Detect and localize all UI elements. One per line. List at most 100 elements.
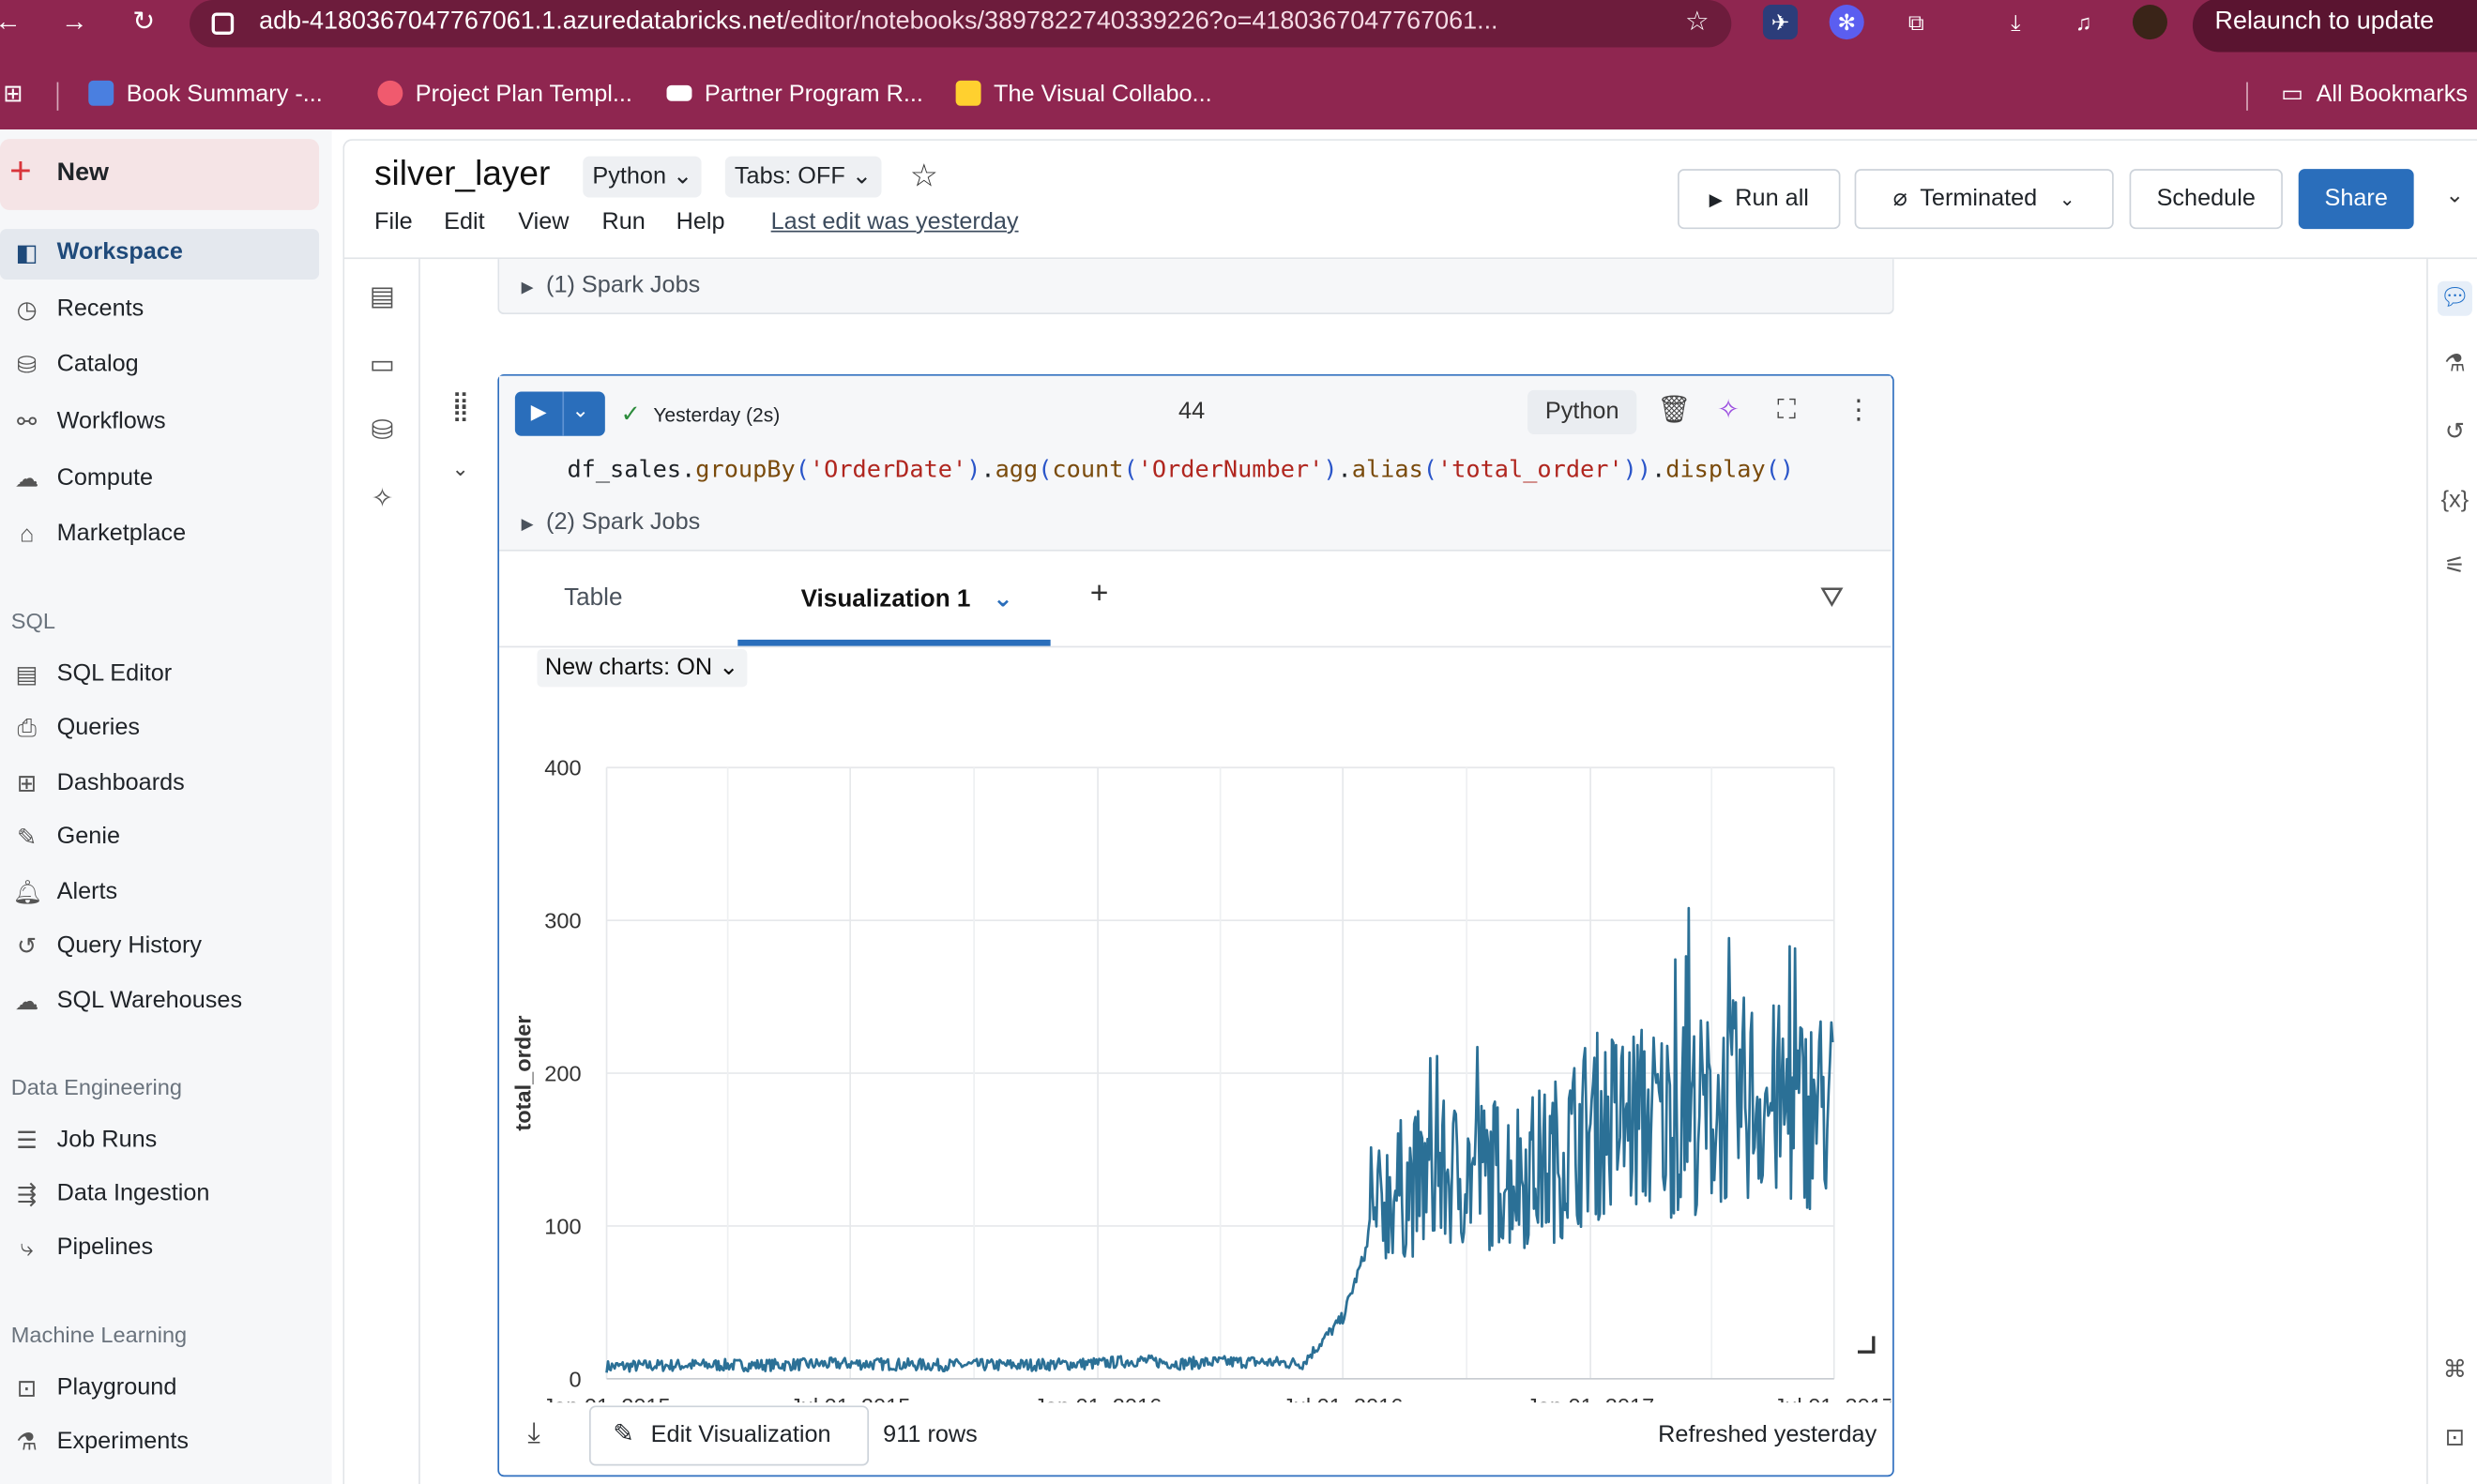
sidebar-item-genie[interactable]: ✎ Genie bbox=[0, 813, 319, 864]
more-vertical-icon[interactable]: ⋮ bbox=[1846, 395, 1873, 427]
bookmark-item[interactable]: Partner Program R... bbox=[666, 79, 923, 114]
menu-edit[interactable]: Edit bbox=[444, 208, 485, 235]
bookmark-item[interactable]: Project Plan Templ... bbox=[377, 79, 632, 114]
download-icon[interactable]: ⤓ bbox=[527, 1416, 539, 1449]
run-cell-button[interactable]: ▶ ⌄ bbox=[514, 391, 605, 436]
sidebar-item-job-runs[interactable]: ☰ Job Runs bbox=[0, 1116, 319, 1167]
favorite-star-icon[interactable]: ☆ bbox=[910, 157, 938, 196]
relaunch-button[interactable]: Relaunch to update bbox=[2192, 0, 2477, 53]
refreshed-status: Refreshed yesterday bbox=[1658, 1421, 1877, 1448]
sql-editor-icon: ▤ bbox=[15, 661, 38, 689]
experiment-flask-icon[interactable]: ⚗ bbox=[2438, 347, 2472, 382]
edit-visualization-button[interactable]: ✎ Edit Visualization bbox=[589, 1405, 870, 1466]
menu-run[interactable]: Run bbox=[601, 208, 645, 235]
notebook-main: silver_layer Python ⌄ Tabs: OFF ⌄ ☆ File… bbox=[342, 139, 2477, 1484]
avatar[interactable] bbox=[2132, 5, 2167, 40]
new-charts-toggle[interactable]: New charts: ON ⌄ bbox=[537, 648, 747, 688]
terminal-icon[interactable]: ⊡ bbox=[2438, 1421, 2472, 1456]
url-text[interactable]: adb-4180367047767061.1.azuredatabricks.n… bbox=[259, 8, 1497, 36]
chevron-down-icon[interactable]: ⌄ bbox=[2445, 182, 2464, 209]
sidebar-item-query-history[interactable]: ↺ Query History bbox=[0, 922, 319, 973]
sidebar-item-compute[interactable]: ☁ Compute bbox=[0, 455, 319, 506]
sidebar-item-dashboards[interactable]: ⊞ Dashboards bbox=[0, 760, 319, 810]
notebook-title[interactable]: silver_layer bbox=[374, 153, 550, 194]
sidebar-item-alerts[interactable]: 🔔︎ Alerts bbox=[0, 869, 319, 919]
previous-cell-output: ▶ (1) Spark Jobs bbox=[497, 259, 1894, 315]
sidebar-item-data-ingestion[interactable]: ⇶ Data Ingestion bbox=[0, 1171, 319, 1221]
menu-help[interactable]: Help bbox=[676, 208, 725, 235]
sidebar-item-marketplace[interactable]: ⌂ Marketplace bbox=[0, 510, 319, 561]
chevron-down-icon: ⌄ bbox=[2059, 188, 2075, 210]
spark-jobs-toggle[interactable]: ▶ (1) Spark Jobs bbox=[522, 272, 701, 299]
row-count: 911 rows bbox=[883, 1421, 978, 1448]
catalog-icon[interactable]: ⛁ bbox=[367, 416, 399, 447]
code-editor[interactable]: df_sales.groupBy('OrderDate').agg(count(… bbox=[567, 455, 1794, 483]
y-tick-label: 300 bbox=[544, 909, 581, 933]
comments-icon[interactable]: 💬︎ bbox=[2437, 280, 2472, 316]
menu-file[interactable]: File bbox=[374, 208, 413, 235]
filter-icon[interactable]: ⛛ bbox=[1820, 582, 1844, 614]
sidebar-item-workspace[interactable]: ◧ Workspace bbox=[0, 229, 320, 280]
variables-icon[interactable]: {x} bbox=[2438, 483, 2472, 518]
drag-handle-icon[interactable]: ⠿ ⠿ bbox=[452, 392, 471, 429]
line-chart: 0100200300400Jan 01, 2015Jul 01, 2015Jan… bbox=[511, 756, 1892, 1402]
tabs-setting-select[interactable]: Tabs: OFF ⌄ bbox=[724, 156, 882, 198]
left-toolbar: ▤ ▭ ⛁ ✧ bbox=[344, 259, 420, 1484]
shortcuts-command-icon[interactable]: ⌘ bbox=[2438, 1354, 2472, 1388]
expand-icon[interactable]: ⛶ bbox=[1777, 395, 1796, 427]
sidebar-item-experiments[interactable]: ⚗ Experiments bbox=[0, 1418, 319, 1469]
doc-icon bbox=[88, 80, 114, 106]
ingestion-icon: ⇶ bbox=[17, 1181, 38, 1209]
bookmark-star-icon[interactable]: ☆ bbox=[1685, 7, 1710, 38]
delete-trash-icon[interactable]: 🗑︎ bbox=[1657, 395, 1691, 427]
chevron-down-icon[interactable]: ⌄ bbox=[452, 457, 469, 482]
last-edit-link[interactable]: Last edit was yesterday bbox=[771, 208, 1019, 235]
cell-run-status: ✓ Yesterday (2s) bbox=[620, 401, 781, 429]
cell-language-badge[interactable]: Python bbox=[1527, 389, 1637, 435]
settings-sliders-icon[interactable]: ⚟ bbox=[2438, 550, 2472, 584]
sidebar-item-queries[interactable]: ⎙ Queries bbox=[0, 704, 319, 755]
add-tab-plus-icon[interactable]: + bbox=[1090, 577, 1109, 613]
experiments-icon: ⚗ bbox=[16, 1429, 38, 1457]
sidebar-item-playground[interactable]: ⊡ Playground bbox=[0, 1365, 319, 1416]
extensions-puzzle-icon[interactable]: ⧉ bbox=[1899, 5, 1934, 39]
sidebar-item-workflows[interactable]: ⚯ Workflows bbox=[0, 398, 319, 448]
new-button[interactable]: + New bbox=[0, 139, 320, 210]
site-settings-icon[interactable] bbox=[211, 12, 235, 36]
forward-icon[interactable]: → bbox=[57, 5, 92, 39]
reload-icon[interactable]: ↻ bbox=[127, 5, 161, 39]
menu-view[interactable]: View bbox=[518, 208, 569, 235]
sidebar-item-recents[interactable]: ◷ Recents bbox=[0, 286, 319, 337]
all-bookmarks[interactable]: ▭ All Bookmarks bbox=[2281, 79, 2468, 114]
bookmark-item[interactable]: The Visual Collabo... bbox=[955, 79, 1212, 114]
spark-jobs-toggle[interactable]: ▶ (2) Spark Jobs bbox=[522, 508, 701, 536]
schedule-button[interactable]: Schedule bbox=[2129, 169, 2283, 230]
bookmark-item[interactable]: Book Summary -... bbox=[88, 79, 323, 114]
sidebar-item-catalog[interactable]: ⛁ Catalog bbox=[0, 341, 319, 392]
download-icon[interactable]: ⤓ bbox=[1998, 5, 2033, 39]
sidebar-item-sql-warehouses[interactable]: ☁ SQL Warehouses bbox=[0, 977, 319, 1028]
assistant-sparkle-icon[interactable]: ✧ bbox=[367, 483, 399, 515]
back-icon[interactable]: ← bbox=[0, 5, 25, 39]
run-all-button[interactable]: ▶ Run all bbox=[1678, 169, 1841, 230]
apps-icon[interactable]: ⊞ bbox=[3, 79, 23, 114]
assistant-sparkle-icon[interactable]: ✧ bbox=[1717, 395, 1740, 427]
folder-icon[interactable]: ▭ bbox=[367, 349, 399, 381]
cluster-select[interactable]: ⌀ Terminated ⌄ bbox=[1854, 169, 2114, 230]
sidebar-item-pipelines[interactable]: ⤷ Pipelines bbox=[0, 1224, 319, 1275]
language-select[interactable]: Python ⌄ bbox=[583, 156, 703, 198]
extension-icon[interactable]: ✈ bbox=[1762, 5, 1799, 40]
sidebar-item-sql-editor[interactable]: ▤ SQL Editor bbox=[0, 651, 319, 702]
history-icon[interactable]: ↺ bbox=[2438, 416, 2472, 450]
toc-icon[interactable]: ▤ bbox=[367, 281, 399, 313]
media-icon[interactable]: ♫ bbox=[2066, 5, 2101, 39]
tab-visualization-1[interactable]: Visualization 1 ⌄ bbox=[801, 584, 1013, 614]
y-tick-label: 0 bbox=[569, 1367, 581, 1391]
extension-icon[interactable]: ✻ bbox=[1829, 5, 1864, 40]
share-button[interactable]: Share bbox=[2298, 169, 2414, 230]
tab-table[interactable]: Table bbox=[564, 584, 622, 613]
bell-icon: 🔔︎ bbox=[12, 879, 43, 907]
cell-footer: ⤓ ✎ Edit Visualization 911 rows Refreshed… bbox=[499, 1400, 1891, 1476]
address-bar[interactable]: adb-4180367047767061.1.azuredatabricks.n… bbox=[190, 0, 1732, 48]
divider bbox=[562, 391, 565, 436]
